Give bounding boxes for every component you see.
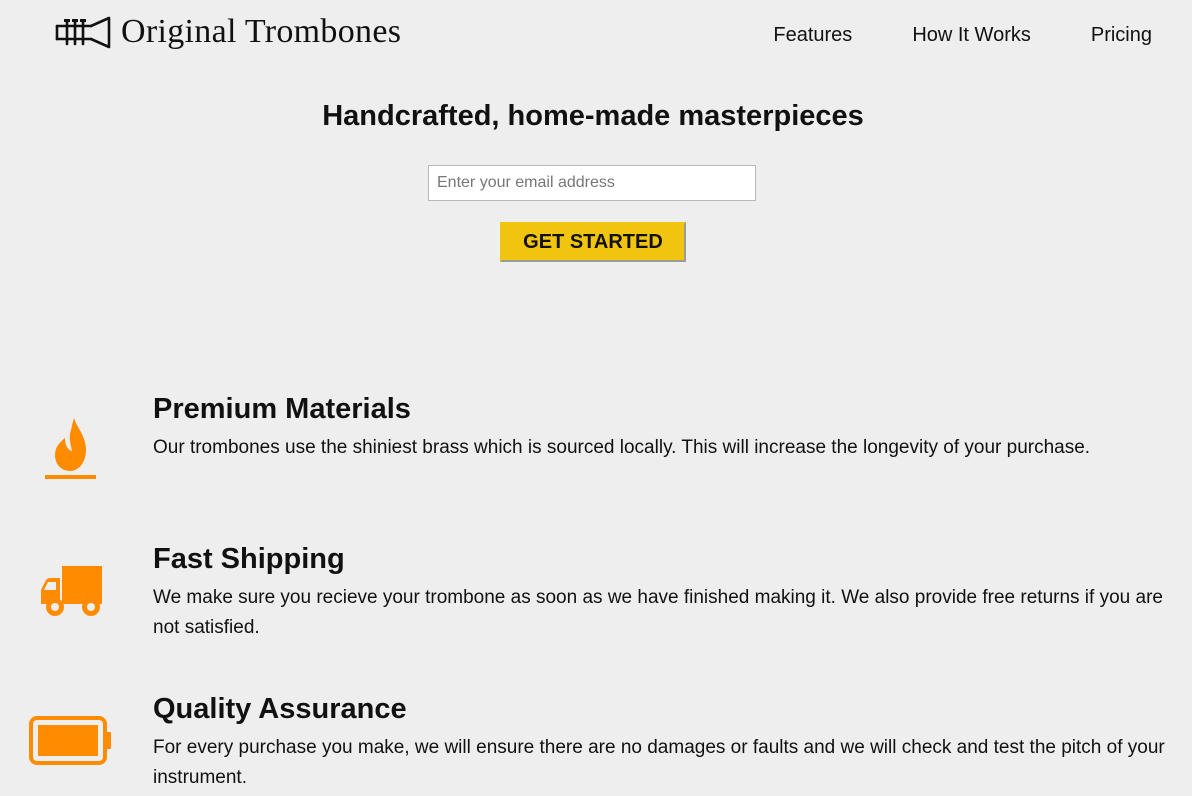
- trombone-logo-icon: [55, 16, 111, 49]
- nav-link-how-it-works[interactable]: How It Works: [912, 24, 1031, 47]
- nav-link-features[interactable]: Features: [773, 24, 852, 47]
- email-input[interactable]: [428, 165, 756, 201]
- main-nav: Features How It Works Pricing: [713, 24, 1152, 47]
- feature-title: Fast Shipping: [153, 543, 345, 575]
- feature-title: Quality Assurance: [153, 693, 407, 725]
- site-header: Original Trombones Features How It Works…: [0, 0, 1192, 70]
- get-started-button[interactable]: GET STARTED: [500, 222, 686, 262]
- feature-title: Premium Materials: [153, 393, 411, 425]
- feature-description: For every purchase you make, we will ens…: [153, 737, 1165, 788]
- brand-logo[interactable]: Original Trombones: [55, 14, 401, 50]
- fire-icon: [45, 418, 96, 479]
- brand-name: Original Trombones: [121, 13, 402, 50]
- truck-icon: [41, 566, 102, 616]
- battery-icon: [29, 716, 111, 765]
- hero-title: Handcrafted, home-made masterpieces: [322, 100, 864, 132]
- feature-description: Our trombones use the shiniest brass whi…: [153, 437, 1091, 458]
- nav-link-pricing[interactable]: Pricing: [1091, 24, 1152, 47]
- feature-description: We make sure you recieve your trombone a…: [153, 587, 1163, 638]
